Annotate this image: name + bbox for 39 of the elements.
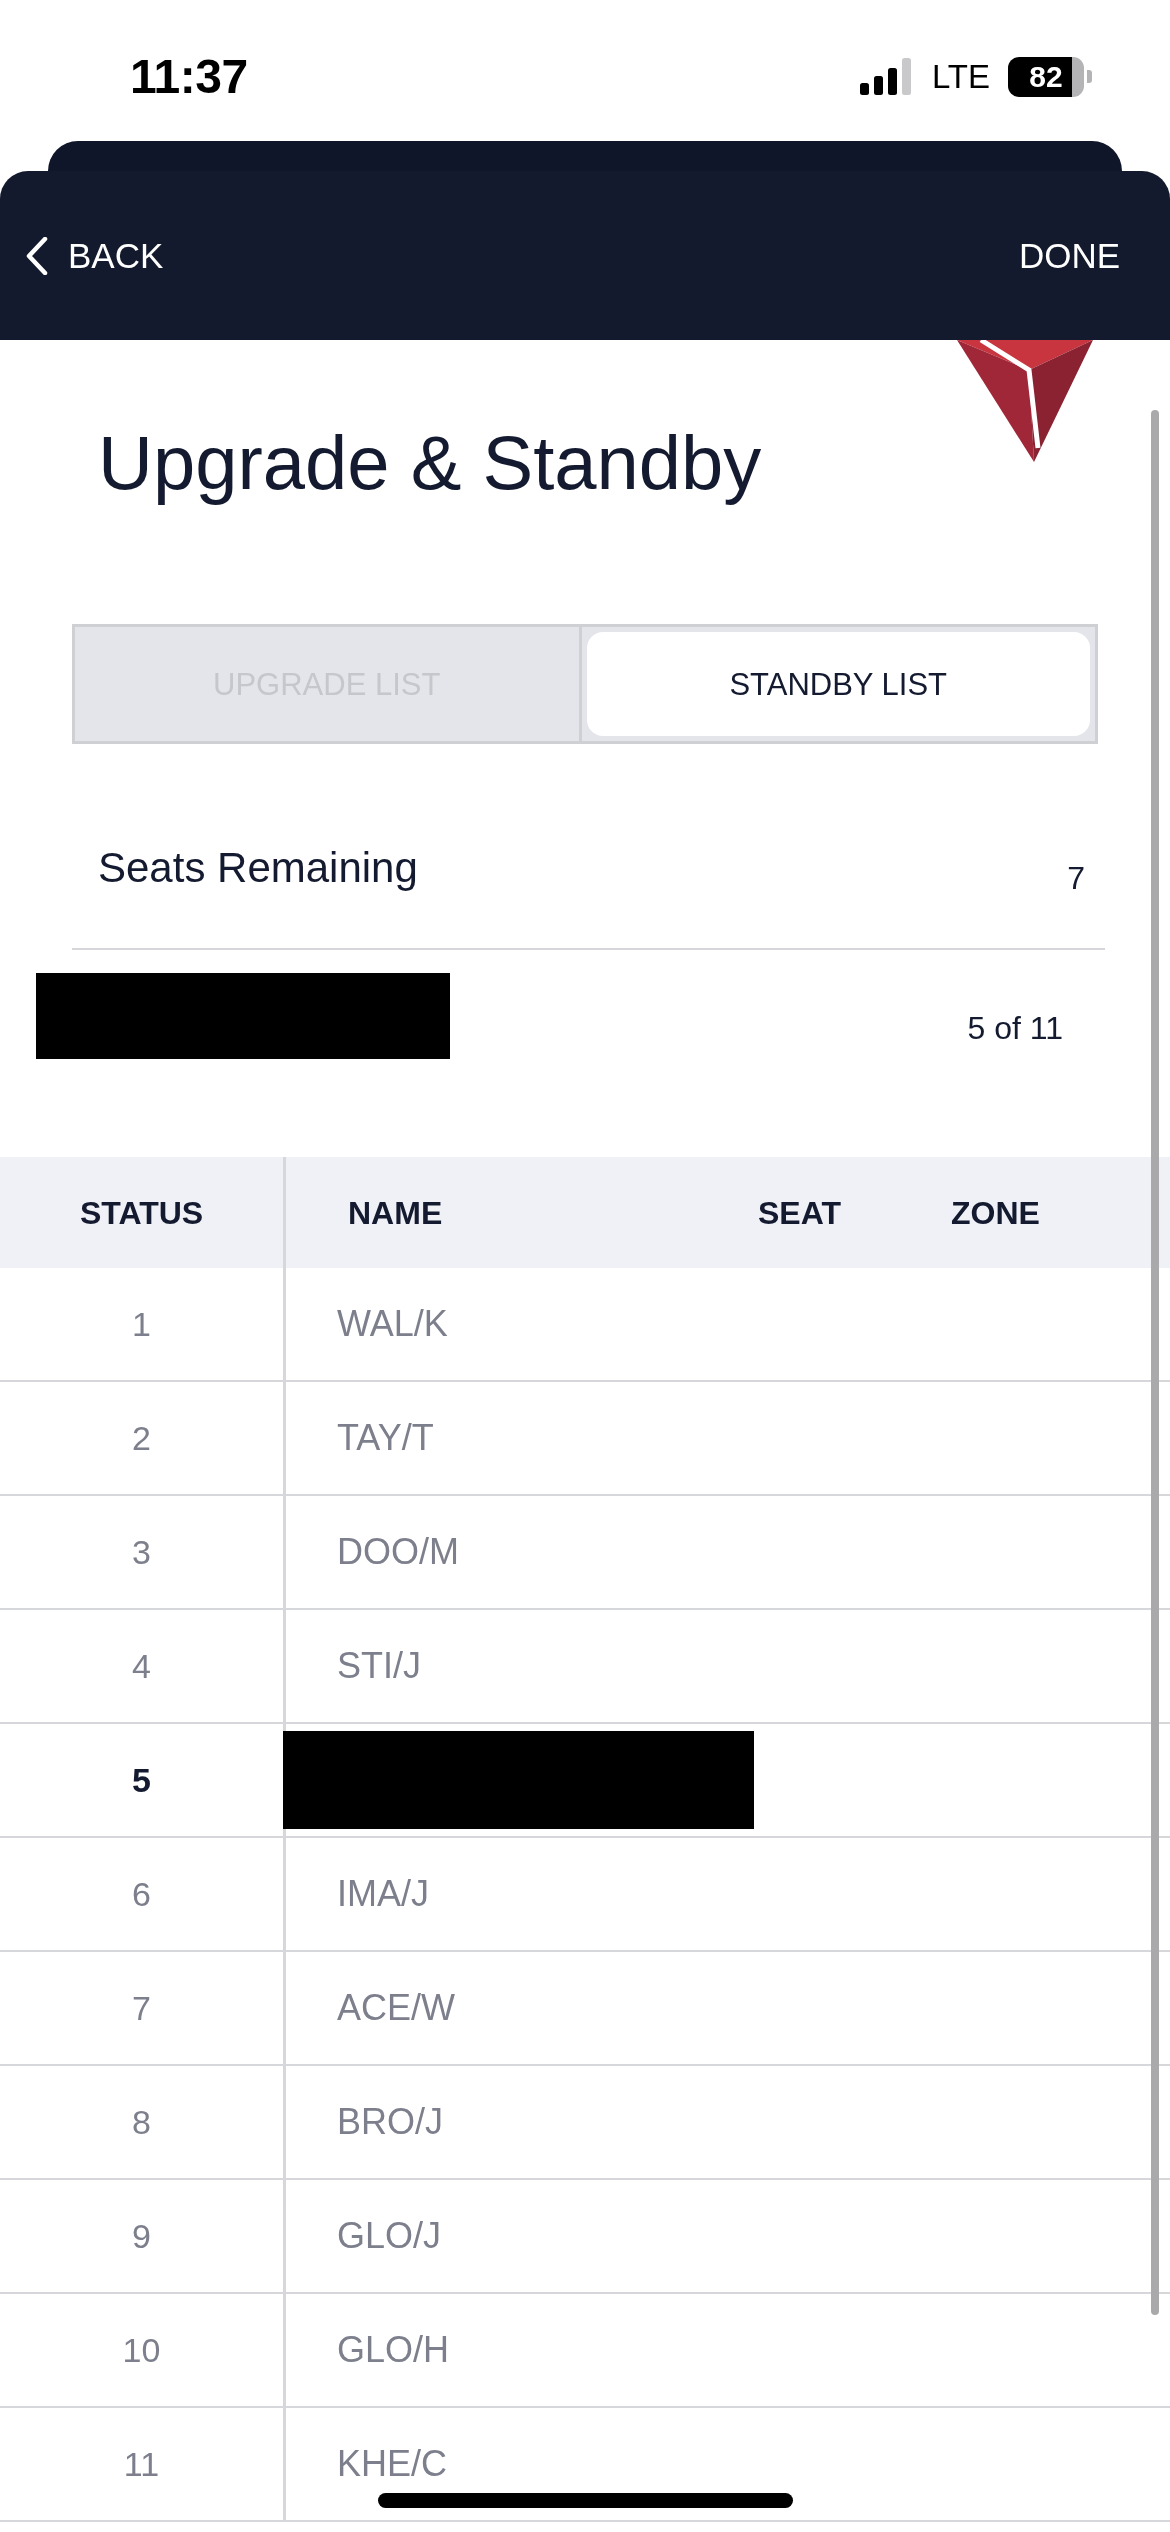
seats-remaining-label: Seats Remaining <box>98 843 418 894</box>
column-header: NAME <box>348 1196 443 1229</box>
status-number: 11 <box>123 2447 160 2482</box>
status-number: 4 <box>132 1649 151 1684</box>
passenger-name: TAY/T <box>337 1420 434 1457</box>
column-header: STATUS <box>79 1196 204 1229</box>
chevron-left-icon <box>25 236 48 275</box>
status-number: 9 <box>132 2219 151 2254</box>
status-number: 6 <box>132 1877 151 1912</box>
passenger-name: DOO/M <box>337 1534 459 1571</box>
network-type: LTE <box>931 60 990 93</box>
passenger-name: GLO/J <box>337 2218 442 2255</box>
battery-tip-icon <box>1087 70 1092 83</box>
status-number: 10 <box>122 2333 161 2368</box>
battery-indicator: 82 <box>1008 56 1084 97</box>
status-number: 1 <box>132 1307 151 1342</box>
status-number: 3 <box>132 1535 151 1570</box>
page-title: Upgrade & Standby <box>98 419 762 507</box>
status-number: 2 <box>132 1421 151 1456</box>
list-tab[interactable]: STANDBY LIST <box>586 632 1090 737</box>
position-count: 5 of 11 <box>967 1009 1063 1048</box>
seats-remaining-value: 7 <box>1067 859 1085 898</box>
passenger-name: BRO/J <box>337 2104 443 2141</box>
status-number: 8 <box>132 2105 151 2140</box>
logo-icon <box>957 340 1093 462</box>
passenger-name: STI/J <box>337 1648 421 1685</box>
column-header: SEAT <box>758 1196 841 1229</box>
column-header: ZONE <box>951 1196 1040 1229</box>
status-number: 5 <box>132 1763 151 1798</box>
passenger-name: WAL/K <box>337 1306 448 1343</box>
clock-time: 11:37 <box>130 52 248 101</box>
signal-bars-icon <box>859 58 912 95</box>
passenger-name: GLO/H <box>337 2332 450 2369</box>
passenger-name: ACE/W <box>337 1990 455 2027</box>
status-number: 7 <box>132 1991 151 2026</box>
back-button[interactable]: BACK <box>25 236 164 275</box>
passenger-name: IMA/J <box>337 1876 429 1913</box>
done-button[interactable]: DONE <box>1018 238 1120 273</box>
passenger-name: KHE/C <box>337 2446 448 2483</box>
